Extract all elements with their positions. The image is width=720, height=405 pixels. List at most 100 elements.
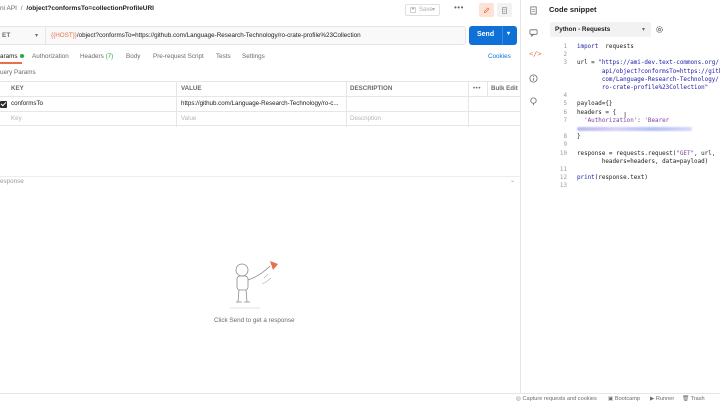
- code-token: "https://ami-dev.text-commons.org/: [598, 60, 719, 67]
- related-collections-icon[interactable]: [529, 97, 538, 106]
- code-line: com/Language-Research-Technology/: [577, 77, 719, 83]
- request-pane: ni API / /object?conformsTo=collectionPr…: [0, 0, 520, 393]
- response-divider[interactable]: [0, 176, 520, 188]
- code-token: com/Language-Research-Technology/: [577, 76, 719, 83]
- code-token: headers = {: [577, 109, 617, 116]
- method-select[interactable]: ET: [2, 32, 10, 39]
- redacted-token: [577, 126, 692, 131]
- capture-button[interactable]: ◎ Capture requests and cookies: [516, 396, 597, 402]
- comments-icon[interactable]: [529, 28, 538, 37]
- document-icon[interactable]: [529, 6, 538, 15]
- code-line: headers = {: [577, 110, 616, 116]
- line-number: 13: [559, 183, 567, 190]
- code-token: "GET": [676, 150, 695, 157]
- column-divider: [468, 112, 469, 127]
- language-select[interactable]: Python - Requests ▾: [550, 22, 651, 37]
- column-key: KEY: [11, 85, 24, 92]
- code-token: payload={}: [577, 101, 613, 108]
- code-token: print: [577, 175, 595, 182]
- save-icon: [410, 7, 416, 13]
- code-line: print(response.text): [577, 175, 648, 181]
- url-input[interactable]: {{HOST}}/object?conformsTo=https://githu…: [51, 32, 361, 39]
- runner-button[interactable]: ▶ Runner: [650, 396, 674, 402]
- tab-params[interactable]: arams: [0, 53, 24, 60]
- code-token: import: [577, 44, 599, 50]
- chevron-down-icon[interactable]: ▾: [35, 32, 38, 39]
- line-number: 10: [559, 150, 567, 157]
- edit-button[interactable]: [479, 3, 494, 17]
- description-input[interactable]: Description: [350, 112, 381, 127]
- code-snippet-pane: </> Code snippet Python - Requests ▾ 1 im…: [520, 0, 720, 393]
- breadcrumb-separator: /: [20, 5, 23, 12]
- line-number: 5: [563, 101, 567, 108]
- param-value[interactable]: https://github.com/Language-Research-Tec…: [181, 97, 345, 112]
- save-label: Save: [419, 7, 433, 13]
- column-divider: [346, 97, 347, 112]
- column-divider: [176, 97, 177, 112]
- code-line: import requests: [577, 44, 634, 50]
- chevron-down-icon: ▾: [642, 27, 646, 33]
- code-line: ro-crate-profile%23Collection": [577, 85, 708, 91]
- chevron-down-icon[interactable]: ▾: [507, 30, 510, 37]
- tab-headers[interactable]: Headers (7): [80, 53, 113, 60]
- code-token: , url,: [694, 150, 716, 157]
- more-options-icon[interactable]: •••: [473, 82, 481, 97]
- bulk-edit-button[interactable]: Bulk Edit: [491, 82, 518, 97]
- bootcamp-button[interactable]: ▣ Bootcamp: [608, 396, 640, 402]
- code-icon[interactable]: </>: [529, 50, 542, 59]
- code-line: [577, 126, 692, 132]
- param-key[interactable]: conformsTo: [11, 97, 43, 112]
- breadcrumb-collection[interactable]: ni API: [0, 5, 17, 12]
- send-button[interactable]: Send ▾: [469, 26, 517, 45]
- panel-title: Code snippet: [549, 5, 597, 14]
- tab-settings[interactable]: Settings: [242, 53, 265, 60]
- right-sidebar-rail: </>: [521, 0, 545, 393]
- param-enabled-checkbox[interactable]: [0, 101, 7, 108]
- line-number: 3: [563, 60, 567, 67]
- tab-body[interactable]: Body: [126, 53, 140, 60]
- code-token: 'Bearer: [644, 117, 670, 124]
- code-token: ro-crate-profile%23Collection": [577, 85, 709, 91]
- value-input[interactable]: Value: [181, 112, 196, 127]
- chevron-down-icon[interactable]: ⌄: [510, 177, 515, 184]
- column-divider: [487, 82, 488, 97]
- url-divider: [45, 27, 46, 45]
- tab-tests[interactable]: Tests: [216, 53, 231, 60]
- send-label: Send: [477, 31, 495, 38]
- save-button[interactable]: Save ▾: [405, 4, 440, 16]
- code-line: api/object?conformsTo=https://github.: [577, 69, 720, 75]
- text-cursor-icon: I: [624, 111, 627, 120]
- cookies-link[interactable]: Cookies: [488, 53, 511, 60]
- request-tabs: arams Authorization Headers (7) Body Pre…: [0, 51, 520, 65]
- code-token: requests: [598, 44, 634, 50]
- language-select-value: Python - Requests: [555, 26, 611, 33]
- active-tab-indicator: [0, 62, 22, 64]
- table-header-row: KEY VALUE DESCRIPTION ••• Bulk Edit: [0, 81, 520, 97]
- column-divider: [346, 112, 347, 127]
- trash-button[interactable]: 🗑 Trash: [682, 396, 705, 402]
- line-number: 9: [563, 142, 567, 149]
- query-params-title: uery Params: [0, 69, 36, 76]
- line-number: 4: [563, 93, 567, 100]
- tab-pre-request-script[interactable]: Pre-request Script: [153, 53, 204, 60]
- info-icon[interactable]: [529, 74, 538, 83]
- code-line: response = requests.request("GET", url,: [577, 151, 715, 157]
- key-input[interactable]: Key: [11, 112, 22, 127]
- status-bar: ◎ Capture requests and cookies ▣ Bootcam…: [0, 393, 720, 405]
- column-description: DESCRIPTION: [350, 85, 393, 92]
- active-dot-icon: [19, 54, 24, 59]
- documentation-button[interactable]: [497, 3, 512, 17]
- request-name[interactable]: /object?conformsTo=collectionProfileURI: [26, 5, 154, 12]
- line-number: 8: [563, 134, 567, 141]
- gear-icon[interactable]: [655, 25, 664, 34]
- tab-authorization[interactable]: Authorization: [32, 53, 69, 60]
- code-line: }: [577, 134, 581, 140]
- chevron-down-icon[interactable]: ▾: [432, 6, 435, 13]
- code-token: 'Authorization': [577, 117, 638, 124]
- line-number: 7: [563, 117, 567, 124]
- pencil-icon: [484, 7, 490, 13]
- code-token: (response.text): [594, 175, 648, 182]
- url-path: /object?conformsTo=https://github.com/La…: [76, 32, 361, 39]
- more-options-icon[interactable]: •••: [454, 3, 464, 12]
- table-row-empty: Key Value Description: [0, 111, 520, 127]
